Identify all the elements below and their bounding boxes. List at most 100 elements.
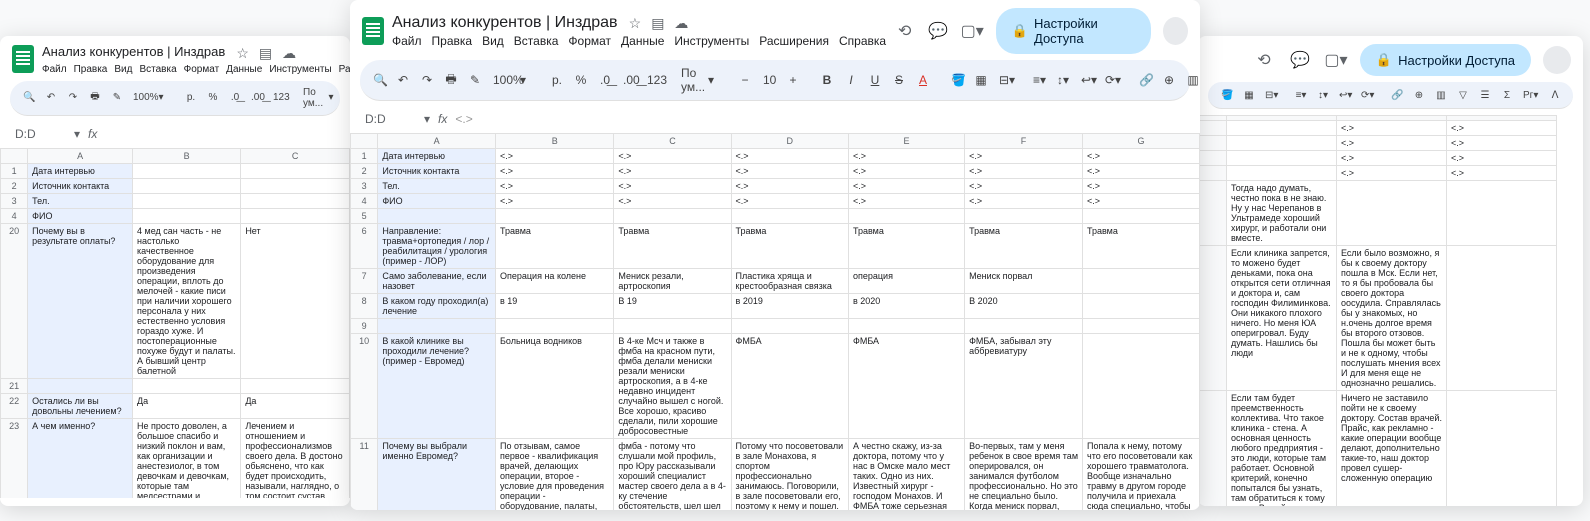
spreadsheet-grid[interactable]: ABCDEFG1Дата интервью<.><.><.><.><.><.>2… [350,133,1200,510]
doc-title[interactable]: Анализ конкурентов | Инздрав [392,14,618,31]
dec-dec[interactable]: .0͟ [596,71,614,89]
redo-icon[interactable]: ↷ [418,71,436,89]
formula-bar[interactable]: <.> [455,112,472,126]
menu-format[interactable]: Формат [568,34,611,48]
table-row[interactable]: <.><.> [1199,121,1557,136]
zoom[interactable]: 100% [130,90,148,105]
wrap-icon[interactable]: ↩▾ [1336,88,1354,103]
borders-icon[interactable]: ▦ [1240,88,1258,103]
fill-color-icon[interactable]: 🪣 [948,71,966,89]
paint-icon[interactable]: ✎ [466,71,484,89]
merge-icon[interactable]: ⊟▾ [996,71,1014,89]
table-row[interactable]: 10В какой клинике вы проходили лечение? … [351,334,1200,439]
underline[interactable]: U [866,71,884,89]
link-icon[interactable]: 🔗 [1388,88,1406,103]
spreadsheet-grid[interactable]: ABC1Дата интервью2Источник контакта3Тел.… [0,148,350,498]
move-icon[interactable]: ▤ [259,45,272,62]
print-icon[interactable]: 🖶 [86,87,104,108]
menu-edit[interactable]: Правка [74,64,108,75]
menu-file[interactable]: Файл [42,64,67,75]
valign-icon[interactable]: ↕▾ [1054,71,1072,89]
table-row[interactable]: 20Почему вы в результате оплаты?4 мед са… [1,223,350,378]
doc-title[interactable]: Анализ конкурентов | Инздрав [42,44,225,59]
table-row[interactable]: 1Дата интервью<.><.><.><.><.><.> [351,149,1200,164]
borders-icon[interactable]: ▦ [972,71,990,89]
menu-help[interactable]: Справка [839,34,886,48]
menu-insert[interactable]: Вставка [139,64,176,75]
spreadsheet-grid[interactable]: <.><.><.><.><.><.><.><.>Тогда надо думат… [1198,115,1583,506]
fs-dec[interactable]: − [736,71,754,89]
table-row[interactable]: 8В каком году проходил(а) лечениев 19В 1… [351,294,1200,319]
menu-edit[interactable]: Правка [432,34,473,48]
print-icon[interactable]: 🖶 [442,68,460,93]
table-row[interactable]: <.><.> [1199,151,1557,166]
meet-icon[interactable]: ▢▾ [961,19,984,43]
merge-icon[interactable]: ⊟▾ [1262,88,1280,103]
strike[interactable]: S [890,71,908,89]
menu-view[interactable]: Вид [482,34,504,48]
table-row[interactable]: 5 [351,209,1200,224]
table-row[interactable]: Тогда надо думать, честно пока в не знаю… [1199,181,1557,246]
menu-insert[interactable]: Вставка [514,34,559,48]
history-icon[interactable]: ⟲ [1252,48,1276,72]
text-color[interactable]: A [914,71,932,89]
table-row[interactable]: 2Источник контакта [1,178,350,193]
name-box[interactable]: D:D [360,109,416,129]
search-icon[interactable]: 🔍 [20,90,38,105]
table-row[interactable]: 21 [1,378,350,393]
fill-color-icon[interactable]: 🪣 [1218,88,1236,103]
avatar[interactable] [1163,17,1188,45]
name-box[interactable]: D:D [10,124,66,144]
menu-ext[interactable]: Расширения [339,64,350,75]
cloud-icon[interactable]: ☁ [674,15,688,32]
move-icon[interactable]: ▤ [651,15,664,32]
table-row[interactable]: 3Тел.<.><.><.><.><.><.> [351,179,1200,194]
rotate-icon[interactable]: ⟳▾ [1358,88,1376,103]
menu-data[interactable]: Данные [621,34,664,48]
table-row[interactable]: <.><.> [1199,166,1557,181]
wrap-icon[interactable]: ↩▾ [1078,71,1096,89]
filter-views-icon[interactable]: ☰ [1476,88,1494,103]
redo-icon[interactable]: ↷ [64,90,82,105]
num-format[interactable]: 123 [644,71,662,89]
table-row[interactable]: 7Само заболевание, если назоветОперация … [351,269,1200,294]
table-row[interactable]: 2Источник контакта<.><.><.><.><.><.> [351,164,1200,179]
table-row[interactable]: 11Почему вы выбрали именно Евромед?По от… [351,439,1200,511]
comment-icon[interactable]: 💬 [1288,48,1312,72]
link-icon[interactable]: 🔗 [1136,71,1154,89]
comment-icon[interactable]: 💬 [927,19,948,43]
menu-view[interactable]: Вид [114,64,132,75]
bold[interactable]: B [818,71,836,89]
dec-inc[interactable]: .00͟ [248,90,266,105]
collapse-toolbar-icon[interactable]: ᐱ [1546,88,1564,103]
fontname[interactable]: По ум... [300,85,318,111]
table-row[interactable]: Если там будет преемственность коллектив… [1199,391,1557,507]
functions-icon[interactable]: Σ [1498,88,1516,103]
menu-file[interactable]: Файл [392,34,422,48]
rotate-icon[interactable]: ⟳▾ [1102,71,1120,89]
share-button[interactable]: 🔒 Настройки Доступа [996,8,1151,54]
history-icon[interactable]: ⟲ [894,19,915,43]
valign-icon[interactable]: ↕▾ [1314,88,1332,103]
num-format[interactable]: 123 [270,90,288,105]
cloud-icon[interactable]: ☁ [282,45,296,62]
table-row[interactable]: <.><.> [1199,136,1557,151]
chart-icon[interactable]: ▥ [1184,71,1200,89]
zoom[interactable]: 100% [490,71,508,89]
table-row[interactable]: 4ФИО<.><.><.><.><.><.> [351,194,1200,209]
percent[interactable]: % [204,90,222,105]
halign-icon[interactable]: ≡▾ [1292,88,1310,103]
insert-comment-icon[interactable]: ⊕ [1160,71,1178,89]
undo-icon[interactable]: ↶ [42,90,60,105]
share-button[interactable]: 🔒 Настройки Доступа [1360,44,1531,76]
fs-inc[interactable]: + [784,71,802,89]
table-row[interactable]: 6Направление: травма+ортопедия / лор / р… [351,224,1200,269]
search-icon[interactable]: 🔍 [370,71,388,89]
halign-icon[interactable]: ≡▾ [1030,71,1048,89]
star-icon[interactable]: ☆ [629,15,642,32]
menu-format[interactable]: Формат [184,64,220,75]
table-row[interactable]: 22Остались ли вы довольны лечением?ДаДа [1,393,350,418]
currency[interactable]: р. [548,71,566,89]
menu-data[interactable]: Данные [226,64,262,75]
chart-icon[interactable]: ▥ [1432,88,1450,103]
